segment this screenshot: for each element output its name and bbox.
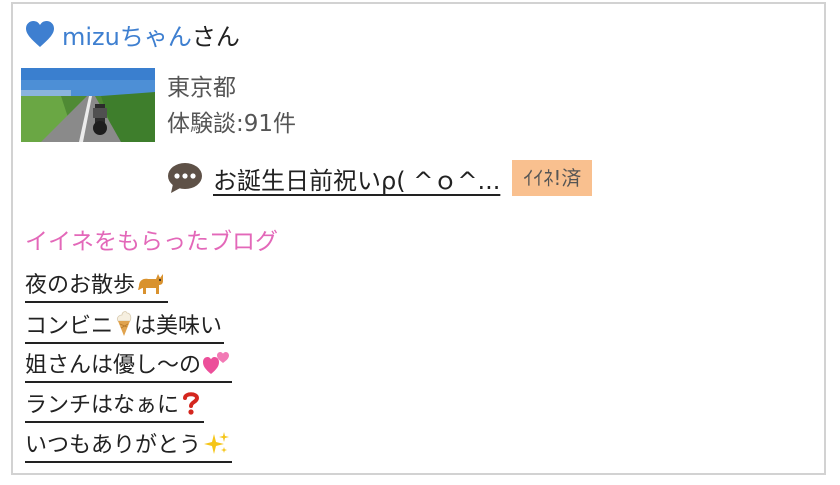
blog-link-text-before: コンビニ (25, 314, 114, 339)
user-header: mizuちゃん さん (25, 16, 240, 52)
blog-link-lunch[interactable]: ランチはなぁに (25, 390, 205, 423)
latest-post-row: お誕生日前祝いρ( ^ｏ^... ｲｲﾈ!済 (167, 160, 593, 196)
speech-bubble-icon (168, 163, 202, 193)
list-item: コンビニ は美味い (25, 309, 232, 349)
stories-count: 体験談:91件 (167, 111, 297, 137)
question-mark-emoji (183, 392, 200, 415)
location-text: 東京都 (167, 75, 236, 101)
soft-ice-cream-emoji (116, 311, 132, 336)
sparkles-emoji (204, 432, 230, 454)
latest-post-link[interactable]: お誕生日前祝いρ( ^ｏ^... (213, 161, 500, 196)
honorific-suffix: さん (191, 22, 240, 51)
list-item: 姐さんは優し～の (25, 349, 233, 389)
blog-link-text: ランチはなぁに (25, 393, 180, 418)
blog-link-text: 姐さんは優し～の (25, 353, 202, 378)
road-motorcycle-thumbnail[interactable] (21, 68, 155, 142)
blog-link-sister[interactable]: 姐さんは優し～の (25, 350, 233, 383)
profile-meta: 東京都 体験談:91件 (167, 70, 296, 142)
blog-link-night-walk[interactable]: 夜のお散歩 (25, 270, 169, 303)
liked-badge: ｲｲﾈ!済 (512, 160, 593, 196)
user-card: mizuちゃん さん 東京都 体験談:91件 お誕生日前祝いρ(^ｏ^... … (11, 2, 826, 475)
list-item: 夜のお散歩 (25, 269, 232, 309)
cat-emoji (138, 274, 164, 294)
blog-link-text-after: は美味い (134, 314, 223, 339)
blog-link-thanks[interactable]: いつもありがとう (25, 430, 233, 463)
liked-blogs-list: 夜のお散歩 コンビニ は美味い 姐さんは優し～の ランチはなぁに いつもありがと… (25, 269, 233, 469)
blog-link-text: いつもありがとう (25, 433, 202, 458)
user-name-link[interactable]: mizuちゃん (62, 17, 192, 52)
blog-link-convenience-store[interactable]: コンビニ は美味い (25, 309, 225, 344)
blog-link-text: 夜のお散歩 (25, 273, 136, 298)
two-hearts-emoji (203, 352, 230, 374)
profile-info: 東京都 体験談:91件 (21, 68, 296, 142)
heart-icon (26, 21, 54, 47)
list-item: ランチはなぁに (25, 389, 232, 429)
liked-blogs-heading: イイネをもらったブログ (25, 229, 278, 255)
list-item: いつもありがとう (25, 429, 233, 469)
